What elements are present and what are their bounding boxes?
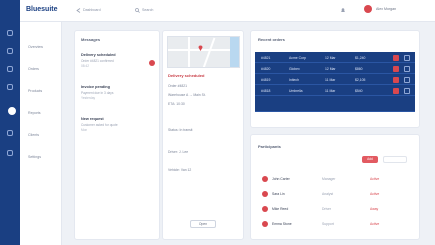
checkbox[interactable] — [404, 54, 410, 61]
detail-line: Warehouse A → Main St. — [168, 93, 206, 97]
back-arrow-icon[interactable] — [76, 8, 81, 13]
open-button[interactable]: Open — [190, 220, 216, 228]
home-icon[interactable] — [7, 30, 13, 36]
user-name[interactable]: Alex Morgan — [376, 7, 396, 11]
avatar — [262, 190, 268, 197]
flag-icon[interactable] — [393, 65, 399, 72]
checkbox[interactable] — [404, 65, 410, 72]
flag-icon[interactable] — [393, 54, 399, 61]
avatar — [262, 175, 268, 182]
sidebar-item-products[interactable]: Products — [28, 88, 42, 94]
unread-badge — [149, 60, 155, 66]
avatar — [262, 220, 268, 227]
messages-title: Messages — [81, 37, 101, 42]
avatar — [262, 205, 268, 212]
cart-icon[interactable] — [7, 84, 13, 90]
sidebar-item-overview[interactable]: Overview — [28, 44, 43, 50]
app-rail — [0, 0, 20, 245]
chart-icon[interactable] — [7, 66, 13, 72]
active-nav-indicator — [6, 105, 18, 117]
list-item[interactable]: Delivery scheduled Order #4821 confirmed… — [81, 53, 153, 68]
checkbox[interactable] — [404, 76, 410, 83]
top-bar: Bluesuite Dashboard Search Alex Morgan — [20, 0, 435, 22]
list-item[interactable]: John Carter Manager Active — [262, 174, 412, 184]
grid-icon[interactable] — [7, 48, 13, 54]
detail-line: ETA: 10:30 — [168, 102, 185, 106]
users-icon[interactable] — [7, 130, 13, 136]
detail-line: Driver: J. Lee — [168, 150, 189, 154]
table-row[interactable]: #4820 Globex 12 Mar $860 — [255, 63, 415, 74]
flag-icon[interactable] — [393, 76, 399, 83]
flag-icon[interactable] — [393, 87, 399, 94]
messages-panel: Messages Delivery scheduled Order #4821 … — [74, 30, 160, 240]
orders-title: Recent orders — [258, 37, 285, 42]
brand-logo[interactable]: Bluesuite — [26, 6, 58, 13]
gear-icon[interactable] — [7, 150, 13, 156]
map-pin-icon — [198, 45, 203, 51]
add-participant-button[interactable]: Add — [362, 156, 378, 163]
map-preview[interactable] — [167, 36, 240, 68]
list-item[interactable]: Mike Reed Driver Away — [262, 204, 412, 214]
checkbox[interactable] — [404, 87, 410, 94]
filter-dropdown[interactable] — [383, 156, 407, 163]
detail-line: Status: In transit — [168, 128, 193, 132]
bell-icon[interactable] — [340, 7, 346, 14]
sidebar: Overview Orders Products Reports Clients… — [20, 22, 62, 245]
detail-line: Vehicle: Van 12 — [168, 168, 192, 172]
table-row[interactable]: #4821 Acme Corp 12 Mar $1,240 — [255, 52, 415, 63]
sidebar-item-orders[interactable]: Orders — [28, 66, 39, 72]
search-icon[interactable] — [135, 8, 140, 13]
sidebar-item-clients[interactable]: Clients — [28, 132, 39, 138]
participants-title: Participants — [258, 144, 281, 149]
table-row[interactable]: #4819 Initech 11 Mar $2,105 — [255, 74, 415, 85]
sidebar-item-reports[interactable]: Reports — [28, 110, 41, 116]
detail-title: Delivery scheduled — [168, 73, 205, 78]
list-item[interactable]: Emma Stone Support Active — [262, 219, 412, 229]
list-item[interactable]: Sara Lin Analyst Active — [262, 189, 412, 199]
list-item[interactable]: New request Customer asked for quote Mon — [81, 117, 153, 132]
avatar[interactable] — [364, 5, 372, 13]
table-row[interactable]: #4818 Umbrella 11 Mar $540 — [255, 85, 415, 96]
sidebar-item-settings[interactable]: Settings — [28, 154, 41, 160]
nav-dashboard[interactable]: Dashboard — [83, 8, 101, 12]
nav-search[interactable]: Search — [142, 8, 153, 12]
table-row-footer — [255, 96, 415, 112]
list-item[interactable]: Invoice pending Payment due in 3 days Ye… — [81, 85, 153, 100]
detail-line: Order #4821 — [168, 84, 188, 88]
